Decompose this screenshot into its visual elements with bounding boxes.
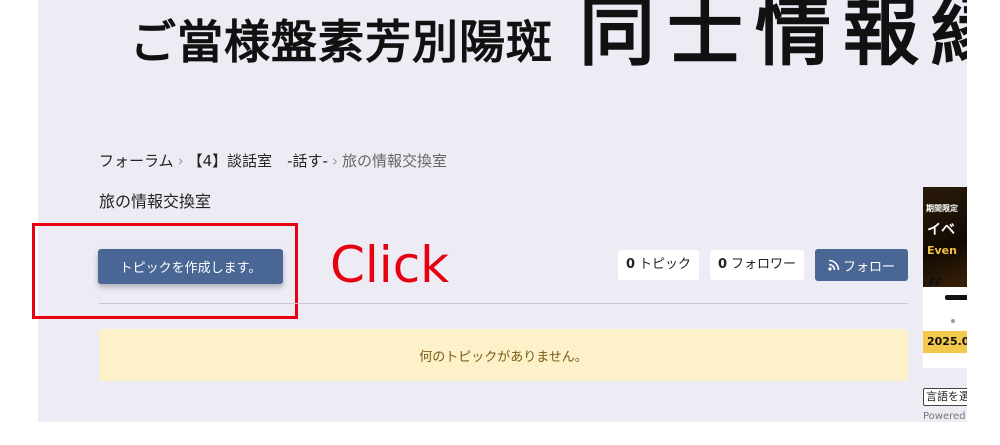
breadcrumb-lounge-link[interactable]: 【4】談話室 -話す- <box>188 152 328 170</box>
ad-dot <box>951 319 955 323</box>
breadcrumb-forum-link[interactable]: フォーラム <box>99 152 174 170</box>
topic-count-label: トピック <box>639 257 692 272</box>
topic-count: 0 <box>626 257 636 272</box>
breadcrumb-current: 旅の情報交換室 <box>341 152 447 170</box>
banner-large-text: 同士情報縁 <box>579 0 1000 76</box>
follower-count-badge: 0 フォロワー <box>710 250 805 280</box>
sidebar-ad-banner[interactable]: 期間限定 イベ Even “ 2025.0 <box>923 187 967 368</box>
ad-tag: 期間限定 <box>926 204 958 213</box>
site-banner: ご當様盤素芳別陽斑 同士情報縁 <box>130 0 1000 80</box>
ad-en-text: Even <box>927 244 957 257</box>
no-topics-notice-text: 何のトピックがありません。 <box>419 349 588 365</box>
click-annotation-label: Click <box>330 236 450 294</box>
follow-button[interactable]: フォロー <box>815 249 908 281</box>
topic-count-badge: 0 トピック <box>618 250 700 280</box>
ad-jp-text: イベ <box>927 222 955 238</box>
page-title: 旅の情報交換室 <box>99 192 212 211</box>
ad-brush-stroke <box>945 295 967 300</box>
follow-button-label: フォロー <box>842 259 895 275</box>
follower-count: 0 <box>718 257 728 272</box>
rss-icon <box>828 259 840 271</box>
breadcrumb-separator: › <box>331 152 338 170</box>
banner-small-text: ご當様盤素芳別陽斑 <box>130 15 553 69</box>
breadcrumb: フォーラム › 【4】談話室 -話す- › 旅の情報交換室 <box>99 150 447 171</box>
breadcrumb-separator: › <box>177 152 184 170</box>
divider <box>99 303 908 304</box>
follower-count-label: フォロワー <box>731 257 797 272</box>
ad-date: 2025.0 <box>923 331 967 353</box>
click-annotation-box <box>32 223 298 319</box>
no-topics-notice: 何のトピックがありません。 <box>99 329 908 381</box>
ad-quote-mark: “ <box>927 272 944 305</box>
viewport-edge <box>967 0 1000 445</box>
